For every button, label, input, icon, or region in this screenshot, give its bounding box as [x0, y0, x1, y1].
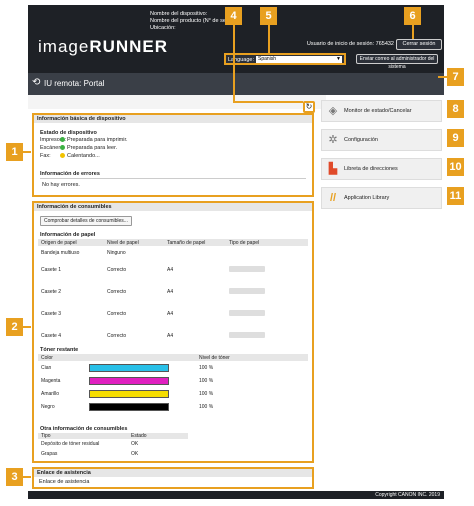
language-label: Language:: [228, 57, 254, 63]
status-ok-icon: [60, 145, 65, 151]
table-row: Cian 100 %: [41, 363, 214, 372]
other-table: Tipo Estado Depósito de tóner residual OK …: [38, 433, 188, 459]
callout-5: 5: [260, 7, 277, 25]
table-row: Depósito de tóner residual OK: [41, 441, 139, 447]
table-row: Magenta 100 %: [41, 376, 214, 385]
location-label: Ubicación:: [150, 25, 176, 31]
toner-table: Color Nivel de tóner Cian 100 % Magenta 100…: [38, 354, 308, 413]
brand-logo: imageRUNNER: [38, 37, 169, 56]
errors-heading: Información de errores: [40, 171, 100, 177]
portal-icon: ⟲: [32, 77, 41, 88]
language-dropdown[interactable]: Spanish ▼: [256, 56, 342, 63]
status-monitor-icon: ◈: [328, 105, 338, 117]
consumables-title: Información de consumibles: [34, 203, 312, 211]
other-heading: Otra información de consumibles: [40, 426, 128, 432]
callout-3: 3: [6, 468, 23, 486]
device-info: Nombre del dispositivo: Nombre del produ…: [150, 11, 235, 32]
portal-bar: ⟲ IU remota: Portal: [28, 73, 444, 95]
remote-ui-page: imageRUNNER Nombre del dispositivo: Nomb…: [28, 5, 444, 499]
status-row-printer: Impresora:Preparada para imprimir.: [40, 137, 128, 143]
basic-info-title: Información básica de dispositivo: [34, 115, 312, 123]
table-row: Amarillo 100 %: [41, 389, 214, 398]
callout-7: 7: [447, 68, 464, 86]
callout-9: 9: [447, 129, 464, 147]
consumables-panel: Información de consumibles Comprobar det…: [32, 201, 314, 463]
table-row: Bandeja multiuso Ninguno: [41, 249, 126, 256]
callout-4: 4: [225, 7, 242, 25]
toner-swatch: [89, 376, 169, 385]
status-row-fax: Fax: Calentando...: [40, 153, 100, 159]
callout-10: 10: [447, 158, 464, 176]
address-book-icon: ▙: [328, 163, 338, 175]
support-title: Enlace de asistencia: [34, 469, 312, 477]
toner-swatch: [89, 363, 169, 372]
mail-admin-button[interactable]: Enviar correo al administrador del siste…: [356, 54, 438, 70]
table-row: Casete 3 Correcto A4: [38, 303, 308, 325]
login-user: Usuario de inicio de sesión: 765432: [306, 41, 394, 47]
status-heading: Estado de dispositivo: [40, 130, 97, 136]
table-row: Grapas OK: [41, 451, 139, 457]
application-library-icon: //: [329, 192, 337, 204]
table-row: Casete 2 Correcto A4: [38, 281, 308, 303]
basic-info-panel: Información básica de dispositivo Estado…: [32, 113, 314, 197]
application-library-button[interactable]: // Application Library: [321, 187, 442, 209]
status-warming-icon: [60, 153, 65, 159]
callout-1: 1: [6, 143, 23, 161]
callout-2: 2: [6, 318, 23, 336]
settings-button[interactable]: ✲ Configuración: [321, 129, 442, 151]
check-consumables-button[interactable]: Comprobar detalles de consumibles...: [40, 216, 132, 226]
table-row: Casete 1 Correcto A4: [38, 259, 308, 281]
logout-button[interactable]: Cerrar sesión: [396, 39, 442, 50]
callout-6: 6: [404, 7, 421, 25]
toner-heading: Tóner restante: [40, 347, 79, 353]
callout-11: 11: [447, 187, 464, 205]
footer: Copyright CANON INC. 2019: [28, 491, 444, 499]
support-link[interactable]: Enlace de asistencia: [39, 479, 89, 485]
page-title: IU remota: Portal: [44, 79, 105, 88]
callout-8: 8: [447, 100, 464, 118]
paper-table: Origen de papel Nivel de papel Tamaño de…: [38, 239, 308, 347]
language-selector: Language: Spanish ▼: [224, 53, 346, 65]
refresh-icon[interactable]: ↻: [303, 101, 315, 113]
toner-swatch: [89, 389, 169, 398]
support-panel: Enlace de asistencia Enlace de asistenci…: [32, 467, 314, 489]
table-row: Casete 4 Correcto A4: [38, 325, 308, 347]
toner-swatch: [89, 402, 169, 411]
product-name-label: Nombre del producto (N° de serie):: [150, 18, 236, 24]
status-row-scanner: Escáner: Preparada para leer.: [40, 145, 118, 151]
chevron-down-icon: ▼: [336, 56, 341, 62]
device-name-label: Nombre del dispositivo:: [150, 11, 208, 17]
errors-text: No hay errores.: [42, 182, 80, 188]
status-monitor-button[interactable]: ◈ Monitor de estado/Cancelar: [321, 100, 442, 122]
paper-heading: Información de papel: [40, 232, 96, 238]
settings-icon: ✲: [328, 134, 338, 146]
table-row: Negro 100 %: [41, 402, 214, 411]
address-book-button[interactable]: ▙ Libreta de direcciones: [321, 158, 442, 180]
